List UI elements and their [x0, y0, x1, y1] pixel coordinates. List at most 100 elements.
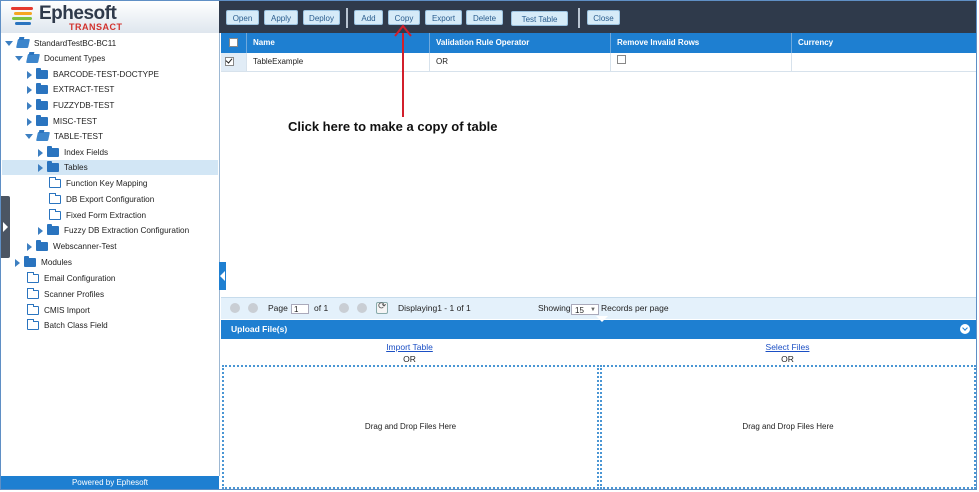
- collapse-tree-button[interactable]: [219, 262, 226, 290]
- panel-toggle-icon[interactable]: [596, 316, 608, 322]
- expand-arrow-icon[interactable]: [15, 56, 23, 62]
- tree-item-batch-class-field[interactable]: Batch Class Field: [27, 318, 108, 333]
- folder-icon: [36, 115, 48, 127]
- cell-remove-invalid[interactable]: [611, 53, 792, 71]
- toolbar-separator: [578, 8, 580, 28]
- upload-title: Upload File(s): [231, 324, 288, 334]
- collapse-arrow-icon[interactable]: [27, 70, 32, 79]
- cell-validation-operator[interactable]: OR: [430, 53, 611, 71]
- row-checkbox[interactable]: [225, 57, 234, 67]
- column-header-currency[interactable]: Currency: [792, 33, 976, 53]
- tree-item-doctype[interactable]: FUZZYDB-TEST: [27, 98, 114, 113]
- folder-outline-icon: [49, 193, 61, 205]
- annotation-text: Click here to make a copy of table: [288, 119, 498, 134]
- tree-item-modules[interactable]: Modules: [15, 255, 72, 270]
- tables-grid-header: Name Validation Rule Operator Remove Inv…: [221, 33, 976, 53]
- tree-item-document-types[interactable]: Document Types: [15, 51, 105, 66]
- expand-panel-handle[interactable]: [1, 196, 10, 258]
- toolbar-separator: [346, 8, 348, 28]
- apply-button[interactable]: Apply: [264, 10, 298, 25]
- expand-arrow-icon[interactable]: [25, 134, 33, 140]
- import-table-section: Import Table OR Drag and Drop Files Here: [221, 340, 599, 490]
- folder-icon: [36, 99, 48, 111]
- folder-outline-icon: [27, 319, 39, 331]
- tree-item-fixed-form[interactable]: Fixed Form Extraction: [49, 208, 146, 223]
- or-label: OR: [403, 354, 416, 364]
- tree-item-doctype[interactable]: MISC-TEST: [27, 114, 97, 129]
- powered-by-footer: Powered by Ephesoft: [1, 476, 219, 489]
- row-select-cell[interactable]: [221, 53, 247, 71]
- folder-icon: [47, 224, 59, 236]
- copy-button[interactable]: Copy: [388, 10, 420, 25]
- tree-item-email-config[interactable]: Email Configuration: [27, 271, 115, 286]
- column-header-validation-operator[interactable]: Validation Rule Operator: [430, 33, 611, 53]
- tree-item-index-fields[interactable]: Index Fields: [38, 145, 108, 160]
- first-page-icon[interactable]: [230, 303, 240, 313]
- logo-icon: [11, 7, 35, 27]
- page-input[interactable]: 1: [291, 303, 309, 314]
- tree-item-db-export[interactable]: DB Export Configuration: [49, 192, 154, 207]
- folder-open-icon: [26, 54, 40, 64]
- folder-outline-icon: [27, 304, 39, 316]
- select-all-cell[interactable]: [221, 33, 247, 53]
- tree-item-doctype[interactable]: TABLE-TEST: [25, 129, 103, 144]
- tree-item-function-key-mapping[interactable]: Function Key Mapping: [49, 176, 147, 191]
- tree-item-doctype[interactable]: EXTRACT-TEST: [27, 82, 114, 97]
- expand-arrow-icon[interactable]: [5, 41, 13, 47]
- add-button[interactable]: Add: [354, 10, 383, 25]
- folder-icon: [36, 68, 48, 80]
- collapse-chevron-icon[interactable]: [960, 324, 970, 334]
- collapse-arrow-icon[interactable]: [38, 163, 43, 172]
- collapse-arrow-icon[interactable]: [38, 148, 43, 157]
- collapse-arrow-icon[interactable]: [15, 258, 20, 267]
- showing-label: Showing: [538, 303, 571, 313]
- tree-item-cmis-import[interactable]: CMIS Import: [27, 303, 90, 318]
- select-files-link[interactable]: Select Files: [599, 342, 976, 352]
- open-button[interactable]: Open: [226, 10, 259, 25]
- folder-icon: [47, 161, 59, 173]
- refresh-icon[interactable]: [376, 301, 388, 314]
- tree-item-doctype[interactable]: BARCODE-TEST-DOCTYPE: [27, 67, 159, 82]
- collapse-arrow-icon[interactable]: [27, 242, 32, 251]
- deploy-button[interactable]: Deploy: [303, 10, 340, 25]
- or-label: OR: [781, 354, 794, 364]
- tree-root[interactable]: StandardTestBC-BC11: [5, 36, 116, 51]
- annotation-arrow-icon: [394, 24, 412, 37]
- folder-outline-icon: [27, 288, 39, 300]
- select-files-section: Select Files OR Drag and Drop Files Here: [599, 340, 976, 490]
- select-all-checkbox[interactable]: [229, 38, 238, 48]
- test-table-button[interactable]: Test Table: [511, 11, 568, 26]
- remove-invalid-checkbox[interactable]: [617, 55, 626, 65]
- page-input-wrap[interactable]: 1: [291, 298, 309, 319]
- table-row[interactable]: TableExample OR: [221, 53, 976, 72]
- import-drop-zone[interactable]: Drag and Drop Files Here: [222, 365, 599, 489]
- tree-item-tables[interactable]: Tables: [2, 160, 218, 175]
- collapse-arrow-icon[interactable]: [38, 226, 43, 235]
- records-per-page-select[interactable]: 15 ▼: [571, 304, 599, 315]
- page-label: Page: [268, 303, 288, 313]
- collapse-arrow-icon[interactable]: [27, 85, 32, 94]
- records-per-page-label: Records per page: [601, 303, 669, 313]
- tree-item-fuzzy-db[interactable]: Fuzzy DB Extraction Configuration: [38, 223, 189, 238]
- next-page-icon[interactable]: [339, 303, 349, 313]
- close-button[interactable]: Close: [587, 10, 620, 25]
- import-table-link[interactable]: Import Table: [221, 342, 598, 352]
- files-drop-zone[interactable]: Drag and Drop Files Here: [600, 365, 976, 489]
- export-button[interactable]: Export: [425, 10, 462, 25]
- last-page-icon[interactable]: [357, 303, 367, 313]
- column-header-remove-invalid[interactable]: Remove Invalid Rows: [611, 33, 792, 53]
- page-of-label: of 1: [314, 303, 329, 313]
- logo-subtext: TRANSACT: [69, 22, 123, 32]
- delete-button[interactable]: Delete: [466, 10, 503, 25]
- cell-currency[interactable]: [792, 53, 976, 71]
- tree-item-webscanner[interactable]: Webscanner-Test: [27, 239, 117, 254]
- prev-page-icon[interactable]: [248, 303, 258, 313]
- logo: Ephesoft TRANSACT: [1, 1, 219, 33]
- batch-class-tree: StandardTestBC-BC11 Document Types BARCO…: [1, 33, 220, 476]
- displaying-text: Displaying1 - 1 of 1: [398, 303, 471, 313]
- folder-icon: [47, 146, 59, 158]
- collapse-arrow-icon[interactable]: [27, 101, 32, 110]
- folder-icon: [36, 83, 48, 95]
- collapse-arrow-icon[interactable]: [27, 117, 32, 126]
- tree-item-scanner-profiles[interactable]: Scanner Profiles: [27, 287, 104, 302]
